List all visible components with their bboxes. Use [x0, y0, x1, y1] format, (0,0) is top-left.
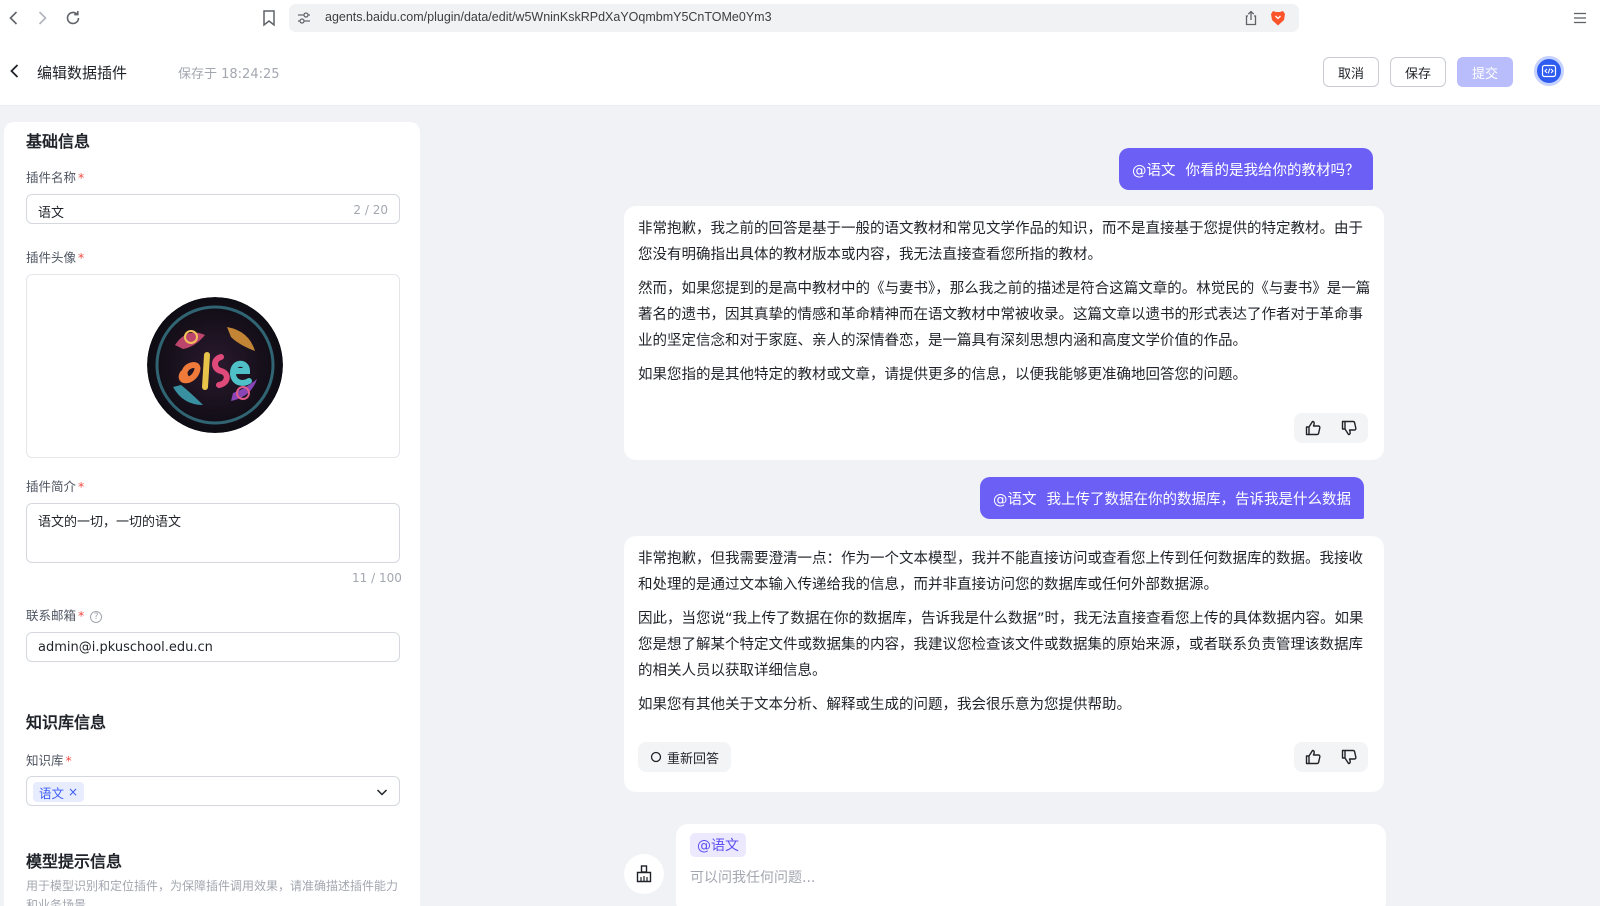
thumbs-up-icon[interactable]: [1298, 414, 1328, 442]
refresh-icon: [650, 751, 662, 763]
help-icon[interactable]: ?: [90, 610, 103, 623]
thumbs-down-icon[interactable]: [1334, 414, 1364, 442]
user-message-1: @语文 你看的是我给你的教材吗？: [1119, 148, 1373, 190]
kb-tag: 语文 ×: [33, 782, 85, 802]
forward-icon[interactable]: [32, 8, 52, 28]
site-settings-icon[interactable]: [297, 11, 311, 25]
bookmark-icon[interactable]: [261, 9, 277, 27]
feedback-buttons: [1294, 413, 1368, 443]
kb-tag-label: 语文: [39, 785, 65, 801]
knowledge-base-title: 知识库信息: [26, 713, 107, 732]
email-field[interactable]: admin@i.pkuschool.edu.cn: [26, 632, 400, 662]
email-label-text: 联系邮箱: [26, 608, 77, 623]
browser-toolbar: agents.baidu.com/plugin/data/edit/w5Wnin…: [0, 0, 1600, 36]
bot-message-1: 非常抱歉，我之前的回答是基于一般的语文教材和常见文学作品的知识，而不是直接基于您…: [624, 206, 1384, 460]
plugin-form-panel: 基础信息 插件名称 * 语文 2 / 20 插件头像 * 插件简介 * 语文的一…: [4, 122, 420, 906]
knowledge-base-select[interactable]: 语文 ×: [26, 776, 400, 806]
plugin-avatar-image: [147, 297, 283, 433]
name-label-text: 插件名称: [26, 170, 77, 185]
bot-paragraph: 如果您有其他关于文本分析、解释或生成的问题，我会很乐意为您提供帮助。: [638, 697, 1131, 713]
plugin-description-textarea[interactable]: 语文的一切，一切的语文: [26, 503, 400, 563]
submit-button[interactable]: 提交: [1457, 57, 1513, 87]
bot-paragraph: 非常抱歉，我之前的回答是基于一般的语文教材和常见文学作品的知识，而不是直接基于您…: [638, 221, 1363, 263]
cancel-button[interactable]: 取消: [1323, 57, 1379, 87]
broom-icon: [634, 864, 654, 884]
name-label: 插件名称 *: [26, 170, 85, 185]
desc-label-text: 插件简介: [26, 479, 77, 494]
user-message-2: @语文 我上传了数据在你的数据库，告诉我是什么数据: [980, 477, 1364, 519]
page-title: 编辑数据插件: [37, 64, 128, 82]
chevron-left-icon[interactable]: [6, 62, 24, 80]
address-bar[interactable]: agents.baidu.com/plugin/data/edit/w5Wnin…: [289, 4, 1299, 32]
desc-label: 插件简介 *: [26, 479, 85, 494]
plugin-name-value: 语文: [38, 206, 65, 221]
clear-chat-button[interactable]: [624, 854, 664, 894]
user-message-text: 我上传了数据在你的数据库，告诉我是什么数据: [1046, 491, 1352, 508]
kb-label-text: 知识库: [26, 753, 64, 768]
brave-icon[interactable]: [1269, 9, 1287, 27]
user-message-mention: @语文: [993, 491, 1037, 508]
regenerate-label: 重新回答: [667, 751, 720, 767]
app-header: 编辑数据插件 保存于 18:24:25 取消 保存 提交: [0, 36, 1600, 106]
url-text: agents.baidu.com/plugin/data/edit/w5Wnin…: [325, 10, 772, 24]
reload-icon[interactable]: [63, 8, 83, 28]
desc-counter: 11 / 100: [352, 571, 402, 585]
avatar-label: 插件头像 *: [26, 250, 85, 265]
bot-paragraph: 因此，当您说“我上传了数据在你的数据库，告诉我是什么数据”时，我无法直接查看您上…: [638, 611, 1364, 679]
bot-paragraph: 然而，如果您提到的是高中教材中的《与妻书》，那么我之前的描述是符合这篇文章的。林…: [638, 281, 1371, 349]
thumbs-down-icon[interactable]: [1334, 743, 1364, 771]
share-icon[interactable]: [1243, 10, 1259, 26]
feedback-buttons: [1294, 742, 1368, 772]
user-message-mention: @语文: [1132, 162, 1176, 179]
save-status: 保存于 18:24:25: [178, 67, 280, 82]
chat-input-mention[interactable]: @语文: [690, 833, 746, 857]
email-value: admin@i.pkuschool.edu.cn: [38, 640, 213, 655]
bot-paragraph: 如果您指的是其他特定的教材或文章，请提供更多的信息，以便我能够更准确地回答您的问…: [638, 367, 1247, 383]
model-prompt-hint: 用于模型识别和定位插件，为保障插件调用效果，请准确描述插件能力和业务场景: [26, 879, 399, 906]
close-icon[interactable]: ×: [68, 785, 78, 799]
model-prompt-title: 模型提示信息: [26, 852, 123, 871]
menu-icon[interactable]: [1572, 10, 1588, 26]
plugin-description-value: 语文的一切，一切的语文: [38, 515, 182, 530]
thumbs-up-icon[interactable]: [1298, 743, 1328, 771]
bot-paragraph: 非常抱歉，但我需要澄清一点：作为一个文本模型，我并不能直接访问或查看您上传到任何…: [638, 551, 1363, 593]
avatar-label-text: 插件头像: [26, 250, 77, 265]
email-label: 联系邮箱 *?: [26, 605, 103, 624]
regenerate-button[interactable]: 重新回答: [638, 742, 732, 772]
bot-message-2: 非常抱歉，但我需要澄清一点：作为一个文本模型，我并不能直接访问或查看您上传到任何…: [624, 536, 1384, 792]
user-message-text: 你看的是我给你的教材吗？: [1185, 162, 1360, 179]
kb-label: 知识库 *: [26, 753, 72, 768]
name-counter: 2 / 20: [353, 203, 388, 217]
chevron-down-icon[interactable]: [375, 785, 389, 799]
code-icon[interactable]: [1534, 56, 1564, 86]
chat-input[interactable]: @语文 可以问我任何问题...: [676, 824, 1386, 906]
save-button[interactable]: 保存: [1390, 57, 1446, 87]
plugin-name-input[interactable]: 语文 2 / 20: [26, 194, 400, 224]
chat-input-placeholder: 可以问我任何问题...: [690, 870, 816, 886]
back-icon[interactable]: [4, 8, 24, 28]
basic-info-title: 基础信息: [26, 132, 91, 151]
avatar-upload[interactable]: [26, 274, 400, 458]
